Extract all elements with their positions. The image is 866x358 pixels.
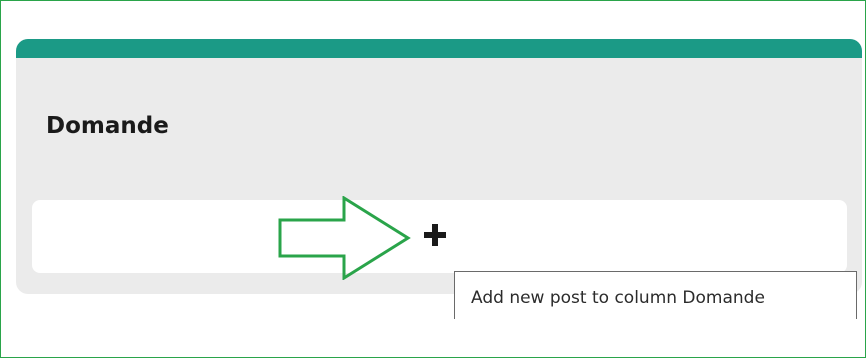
tooltip: Add new post to column Domande	[454, 271, 857, 319]
plus-icon[interactable]	[422, 222, 448, 248]
column-header-bar	[16, 39, 862, 58]
tooltip-text: Add new post to column Domande	[471, 288, 765, 308]
arrow-right-outline-icon	[278, 196, 411, 280]
column-title: Domande	[46, 113, 169, 139]
kanban-column: Domande	[16, 39, 862, 294]
